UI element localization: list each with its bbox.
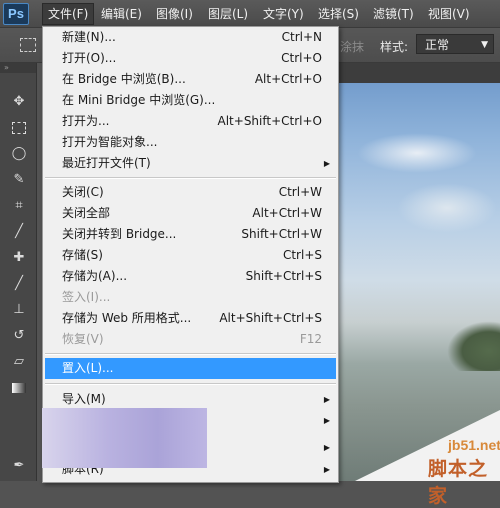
clone-stamp-tool-icon[interactable]: ⊥ bbox=[8, 299, 30, 321]
menu-item-label: 存储(S) bbox=[62, 248, 103, 262]
watermark-url: jb51.net bbox=[448, 437, 500, 453]
menu-layer[interactable]: 图层(L) bbox=[203, 5, 253, 23]
menu-type[interactable]: 文字(Y) bbox=[258, 5, 309, 23]
menu-image[interactable]: 图像(I) bbox=[151, 5, 198, 23]
menu-item-open[interactable]: 打开(O)... Ctrl+O bbox=[45, 48, 336, 69]
menu-item-label: 最近打开文件(T) bbox=[62, 156, 151, 170]
menu-item-save-as[interactable]: 存储为(A)... Shift+Ctrl+S bbox=[45, 266, 336, 287]
menu-item-browse-mini-bridge[interactable]: 在 Mini Bridge 中浏览(G)... bbox=[45, 90, 336, 111]
menu-item-close-all[interactable]: 关闭全部 Alt+Ctrl+W bbox=[45, 203, 336, 224]
menu-item-revert[interactable]: 恢复(V) F12 bbox=[45, 329, 336, 350]
menu-item-shortcut: Ctrl+O bbox=[281, 51, 322, 65]
crop-tool-icon[interactable]: ⌗ bbox=[8, 195, 30, 217]
menu-item-save[interactable]: 存储(S) Ctrl+S bbox=[45, 245, 336, 266]
menu-item-save-for-web[interactable]: 存储为 Web 所用格式... Alt+Shift+Ctrl+S bbox=[45, 308, 336, 329]
menu-item-import[interactable]: 导入(M) ▶ bbox=[45, 389, 336, 410]
menu-item-shortcut: Ctrl+S bbox=[282, 248, 322, 262]
menu-item-shortcut: Shift+Ctrl+S bbox=[245, 269, 322, 283]
option-faded-label: 涂抹 bbox=[340, 40, 365, 54]
menu-item-shortcut: Alt+Ctrl+O bbox=[254, 72, 322, 86]
menu-item-open-as[interactable]: 打开为... Alt+Shift+Ctrl+O bbox=[45, 111, 336, 132]
brush-tool-icon[interactable]: ╱ bbox=[8, 273, 30, 295]
history-brush-tool-icon[interactable]: ↺ bbox=[8, 325, 30, 347]
lasso-tool-icon[interactable]: ◯ bbox=[8, 143, 30, 165]
menu-item-label: 恢复(V) bbox=[62, 332, 104, 346]
blurred-region bbox=[42, 408, 207, 468]
move-tool-icon[interactable]: ✥ bbox=[8, 91, 30, 113]
menu-item-label: 新建(N)... bbox=[62, 30, 116, 44]
menu-file[interactable]: 文件(F) bbox=[42, 3, 95, 25]
menu-item-shortcut: Alt+Ctrl+W bbox=[252, 206, 322, 220]
menu-item-close[interactable]: 关闭(C) Ctrl+W bbox=[45, 182, 336, 203]
document-tab-bar bbox=[337, 63, 500, 83]
eyedropper-tool-icon[interactable]: ╱ bbox=[8, 221, 30, 243]
menu-item-label: 打开为... bbox=[62, 114, 110, 128]
submenu-arrow-icon: ▶ bbox=[323, 443, 330, 452]
style-select[interactable]: 正常 ▼ bbox=[416, 34, 494, 54]
menu-item-label: 在 Mini Bridge 中浏览(G)... bbox=[62, 93, 216, 107]
watermark-name: 脚本之家 bbox=[428, 458, 489, 507]
sky-cloud bbox=[397, 183, 497, 233]
menu-item-browse-bridge[interactable]: 在 Bridge 中浏览(B)... Alt+Ctrl+O bbox=[45, 69, 336, 90]
menu-item-label: 关闭并转到 Bridge... bbox=[62, 227, 177, 241]
menu-item-label: 存储为(A)... bbox=[62, 269, 128, 283]
tools-panel: » ✥ ◯ ✎ ⌗ ╱ ✚ ╱ ⊥ ↺ ▱ ✒ bbox=[0, 63, 37, 481]
menu-bar: Ps 文件(F) 编辑(E) 图像(I) 图层(L) 文字(Y) 选择(S) 滤… bbox=[0, 0, 500, 28]
menu-item-label: 打开为智能对象... bbox=[62, 135, 158, 149]
island-trees bbox=[447, 321, 500, 371]
submenu-arrow-icon: ▶ bbox=[323, 465, 330, 474]
menu-separator bbox=[45, 177, 336, 179]
submenu-arrow-icon: ▶ bbox=[323, 159, 330, 168]
menu-select[interactable]: 选择(S) bbox=[313, 5, 364, 23]
menu-item-shortcut: Alt+Shift+Ctrl+O bbox=[217, 114, 322, 128]
menu-item-close-go-bridge[interactable]: 关闭并转到 Bridge... Shift+Ctrl+W bbox=[45, 224, 336, 245]
menu-filter[interactable]: 滤镜(T) bbox=[368, 5, 419, 23]
panel-collapse-icon[interactable]: » bbox=[0, 63, 36, 73]
menu-item-label: 在 Bridge 中浏览(B)... bbox=[62, 72, 186, 86]
menu-item-label: 存储为 Web 所用格式... bbox=[62, 311, 192, 325]
menu-item-shortcut: Shift+Ctrl+W bbox=[241, 227, 322, 241]
menu-edit[interactable]: 编辑(E) bbox=[96, 5, 147, 23]
menu-item-shortcut: Ctrl+W bbox=[278, 185, 322, 199]
menu-separator bbox=[45, 383, 336, 385]
menu-item-label: 置入(L)... bbox=[62, 361, 114, 375]
quick-select-tool-icon[interactable]: ✎ bbox=[8, 169, 30, 191]
menu-item-label: 导入(M) bbox=[62, 392, 106, 406]
menu-item-label: 关闭(C) bbox=[62, 185, 104, 199]
marquee-preset-icon[interactable] bbox=[20, 38, 36, 52]
menu-separator bbox=[45, 353, 336, 355]
pen-tool-icon[interactable]: ✒ bbox=[8, 455, 30, 477]
marquee-tool-icon[interactable] bbox=[8, 117, 30, 139]
menu-item-recent-files[interactable]: 最近打开文件(T) ▶ bbox=[45, 153, 336, 174]
sky-cloud bbox=[357, 133, 477, 173]
menu-item-shortcut: Ctrl+N bbox=[281, 30, 322, 44]
eraser-tool-icon[interactable]: ▱ bbox=[8, 351, 30, 373]
menu-item-open-smart-object[interactable]: 打开为智能对象... bbox=[45, 132, 336, 153]
menu-item-label: 打开(O)... bbox=[62, 51, 117, 65]
chevron-down-icon: ▼ bbox=[481, 40, 488, 50]
menu-item-place[interactable]: 置入(L)... bbox=[45, 358, 336, 379]
menu-item-shortcut: Alt+Shift+Ctrl+S bbox=[219, 311, 322, 325]
style-select-value: 正常 bbox=[425, 38, 450, 52]
healing-brush-tool-icon[interactable]: ✚ bbox=[8, 247, 30, 269]
menu-item-shortcut: F12 bbox=[299, 332, 322, 346]
photoshop-logo: Ps bbox=[3, 3, 29, 25]
menu-item-label: 签入(I)... bbox=[62, 290, 111, 304]
menu-item-new[interactable]: 新建(N)... Ctrl+N bbox=[45, 27, 336, 48]
menu-item-label: 关闭全部 bbox=[62, 206, 111, 220]
submenu-arrow-icon: ▶ bbox=[323, 395, 330, 404]
submenu-arrow-icon: ▶ bbox=[323, 416, 330, 425]
menu-item-check-in[interactable]: 签入(I)... bbox=[45, 287, 336, 308]
gradient-tool-icon[interactable] bbox=[8, 377, 30, 399]
style-label: 样式: bbox=[380, 40, 409, 54]
menu-view[interactable]: 视图(V) bbox=[423, 5, 475, 23]
